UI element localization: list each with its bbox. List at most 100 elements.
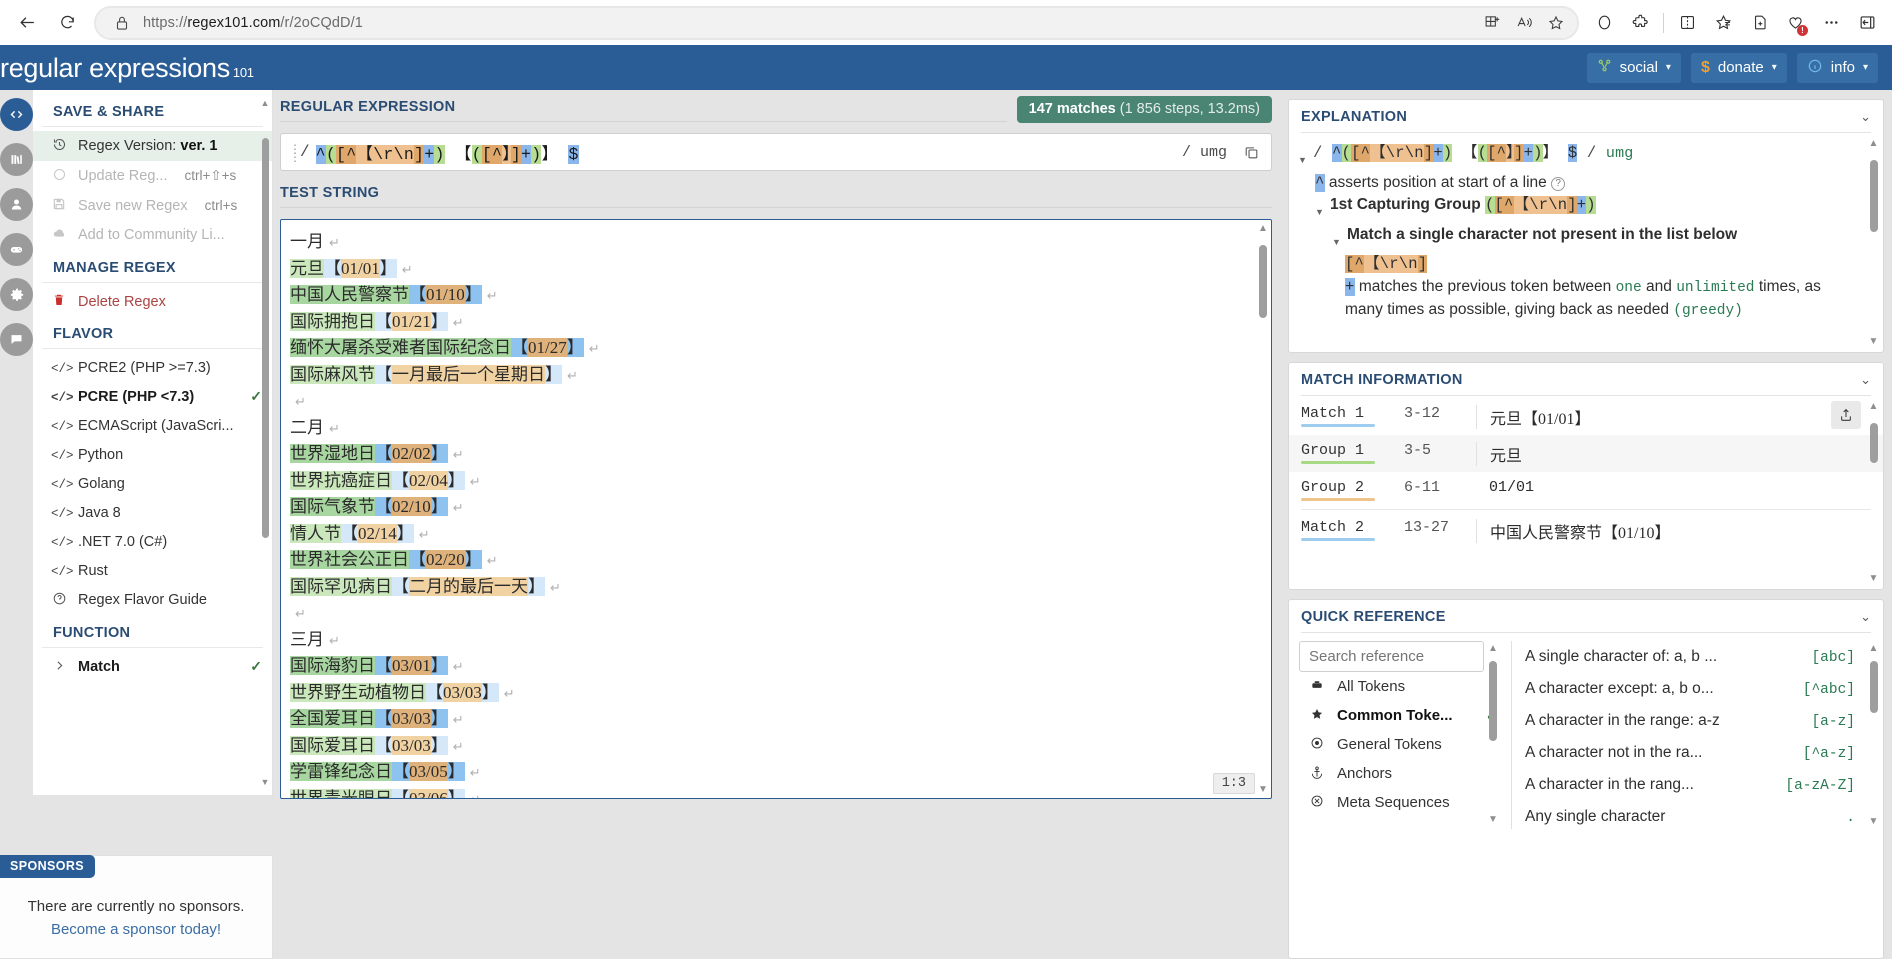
split-screen-new-icon[interactable] — [1476, 8, 1508, 38]
donate-menu-button[interactable]: $ donate ▾ — [1690, 52, 1787, 83]
match-group2: 03/03 — [392, 709, 431, 728]
site-logo[interactable]: regular expressions 101 — [0, 53, 254, 84]
chevron-down-icon[interactable]: ⌄ — [1860, 609, 1871, 625]
sidebar-item-rust[interactable]: </> Rust — [33, 556, 272, 585]
sidebar-scrollbar[interactable]: ▲ ▼ — [260, 98, 270, 787]
qr-reference-item[interactable]: A character except: a, b o... [^abc] — [1516, 673, 1859, 705]
rail-feedback-icon[interactable] — [0, 323, 33, 356]
info-menu-button[interactable]: info ▾ — [1796, 52, 1878, 83]
test-string-scrollbar[interactable]: ▲ ▼ — [1256, 223, 1269, 795]
collections-icon[interactable] — [1706, 6, 1740, 40]
regex-pattern[interactable]: ^([^【\r\n]+) 【([^】]+)】 $ — [315, 140, 1182, 164]
address-bar[interactable]: https://regex101.com/r/2oCQdD/1 — [94, 5, 1579, 40]
match-info-row[interactable]: Match 1 3-12 元旦【01/01】 — [1289, 398, 1883, 435]
match-information-scrollbar[interactable]: ▲ ▼ — [1867, 401, 1880, 584]
scrollbar-thumb[interactable] — [1870, 160, 1878, 232]
scrollbar-thumb[interactable] — [262, 138, 269, 538]
scroll-up-icon[interactable]: ▲ — [1867, 138, 1880, 149]
export-icon[interactable] — [1831, 401, 1861, 429]
chevron-down-icon[interactable]: ⌄ — [1860, 109, 1871, 125]
favorite-star-icon[interactable] — [1540, 8, 1572, 38]
sidebar-item-update-reg[interactable]: Update Reg... ctrl+⇧+s — [33, 161, 272, 191]
chevron-down-icon[interactable]: ⌄ — [1860, 372, 1871, 388]
scroll-down-icon[interactable]: ▼ — [1487, 814, 1499, 825]
scroll-up-icon[interactable]: ▲ — [1867, 401, 1880, 412]
scroll-up-icon[interactable]: ▲ — [260, 98, 270, 108]
sidebar-item-delete-regex[interactable]: Delete Regex — [33, 287, 272, 316]
test-string-line: 国际爱耳日【03/03】 ↵ — [290, 733, 1243, 760]
test-string-editor[interactable]: 一月 ↵ 元旦【01/01】 ↵ 中国人民警察节【01/10】 ↵ 国际拥抱日【01/21】… — [280, 219, 1272, 799]
triangle-down-icon[interactable]: ▼ — [1298, 142, 1308, 172]
explanation-header[interactable]: EXPLANATION ⌄ — [1289, 100, 1883, 132]
search-reference-input[interactable] — [1299, 641, 1484, 672]
triangle-down-icon[interactable]: ▼ — [1315, 194, 1325, 224]
reload-icon[interactable] — [48, 6, 86, 40]
triangle-down-icon[interactable]: ▼ — [1332, 224, 1342, 254]
drag-handle-icon[interactable]: ⋮ ⋮ — [289, 143, 301, 163]
sidebar-item-regex-flavor-guide[interactable]: Regex Flavor Guide — [33, 585, 272, 615]
match-information-header[interactable]: MATCH INFORMATION ⌄ — [1289, 363, 1883, 395]
qr-category-meta-sequences[interactable]: Meta Sequences — [1299, 788, 1511, 817]
add-tab-group-icon[interactable] — [1742, 6, 1776, 40]
sidebar-item-regex-version[interactable]: Regex Version: ver. 1 — [33, 131, 272, 161]
sidebar-item-java-8[interactable]: </> Java 8 — [33, 498, 272, 527]
sidebar-item-pcre-php-7-3[interactable]: </> PCRE (PHP <7.3) ✓ — [33, 382, 272, 411]
read-aloud-icon[interactable] — [1508, 8, 1540, 38]
scroll-down-icon[interactable]: ▼ — [1257, 784, 1269, 795]
sidebar-item-pcre2-php-7-3[interactable]: </> PCRE2 (PHP >=7.3) — [33, 353, 272, 382]
sidebar-item-ecmascript-javascri[interactable]: </> ECMAScript (JavaScri... — [33, 411, 272, 440]
settings-more-icon[interactable] — [1814, 6, 1848, 40]
help-icon[interactable]: ? — [1551, 176, 1566, 191]
qr-category-all-tokens[interactable]: All Tokens — [1299, 672, 1511, 701]
quick-reference-header[interactable]: QUICK REFERENCE ⌄ — [1289, 600, 1883, 632]
match-info-row[interactable]: Group 1 3-5 元旦 — [1289, 435, 1883, 472]
browser-essentials-icon[interactable]: ! — [1778, 6, 1812, 40]
qr-reference-item[interactable]: A character not in the ra... [^a-z] — [1516, 737, 1859, 769]
sidebar-item-save-new-regex[interactable]: Save new Regex ctrl+s — [33, 191, 272, 220]
regex-flags[interactable]: / umg — [1182, 144, 1227, 161]
scroll-down-icon[interactable]: ▼ — [260, 777, 270, 787]
split-screen-icon[interactable] — [1670, 6, 1704, 40]
scroll-down-icon[interactable]: ▼ — [1867, 573, 1880, 584]
qr-category-common-toke[interactable]: Common Toke...✓ — [1299, 701, 1511, 730]
qr-category-general-tokens[interactable]: General Tokens — [1299, 730, 1511, 759]
copy-icon[interactable] — [1237, 138, 1265, 166]
qr-reference-item[interactable]: A character in the range: a-z [a-z] — [1516, 705, 1859, 737]
sidebar-item-python[interactable]: </> Python — [33, 440, 272, 469]
scrollbar-thumb[interactable] — [1489, 661, 1497, 741]
sidebar-item-net-7-0-c[interactable]: </> .NET 7.0 (C#) — [33, 527, 272, 556]
reference-scrollbar[interactable]: ▲ ▼ — [1867, 643, 1880, 833]
sidebar-toggle-icon[interactable] — [1850, 6, 1884, 40]
rail-code-editor-icon[interactable] — [0, 98, 33, 131]
regex-input-box[interactable]: ⋮ ⋮ / ^([^【\r\n]+) 【([^】]+)】 $ / umg — [280, 133, 1272, 171]
qr-reference-item[interactable]: Any single character. — [1516, 801, 1859, 833]
match-info-row[interactable]: Group 2 6-11 01/01 — [1289, 472, 1883, 507]
scroll-up-icon[interactable]: ▲ — [1487, 643, 1499, 654]
sidebar-item-golang[interactable]: </> Golang — [33, 469, 272, 498]
category-scrollbar[interactable]: ▲ ▼ — [1487, 643, 1499, 833]
extensions-icon[interactable] — [1623, 6, 1657, 40]
scrollbar-thumb[interactable] — [1870, 423, 1878, 463]
regex-token: ( — [325, 145, 337, 164]
sidebar-item-match[interactable]: Match ✓ — [33, 652, 272, 681]
scroll-up-icon[interactable]: ▲ — [1867, 643, 1880, 654]
rail-settings-icon[interactable] — [0, 278, 33, 311]
social-menu-button[interactable]: social ▾ — [1586, 52, 1681, 83]
copilot-icon[interactable] — [1587, 6, 1621, 40]
rail-playground-icon[interactable] — [0, 233, 33, 266]
scrollbar-thumb[interactable] — [1259, 245, 1267, 318]
explanation-scrollbar[interactable]: ▲ ▼ — [1867, 138, 1880, 347]
scrollbar-thumb[interactable] — [1870, 661, 1878, 713]
scroll-down-icon[interactable]: ▼ — [1867, 336, 1880, 347]
rail-library-icon[interactable] — [0, 143, 33, 176]
match-info-row[interactable]: Match 2 13-27 中国人民警察节【01/10】 — [1289, 512, 1883, 549]
scroll-down-icon[interactable]: ▼ — [1867, 816, 1880, 827]
back-arrow-icon[interactable] — [8, 6, 46, 40]
qr-category-anchors[interactable]: Anchors — [1299, 759, 1511, 788]
sidebar-item-add-to-community-li[interactable]: Add to Community Li... — [33, 220, 272, 250]
scroll-up-icon[interactable]: ▲ — [1257, 223, 1269, 234]
qr-reference-item[interactable]: A character in the rang... [a-zA-Z] — [1516, 769, 1859, 801]
rail-account-icon[interactable] — [0, 188, 33, 221]
become-sponsor-link[interactable]: Become a sponsor today! — [51, 921, 221, 938]
qr-reference-item[interactable]: A single character of: a, b ... [abc] — [1516, 641, 1859, 673]
